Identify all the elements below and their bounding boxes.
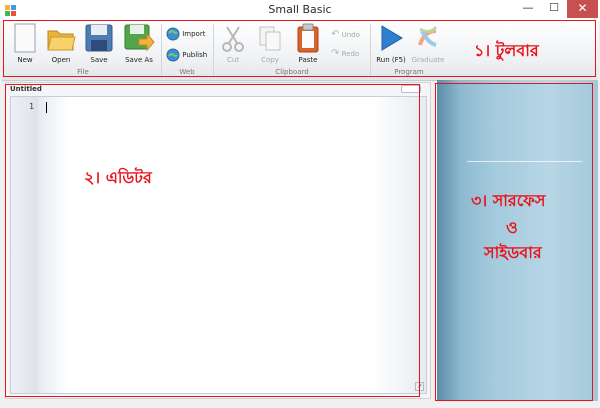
code-editor[interactable]: 1 ↗	[10, 96, 427, 394]
code-text-area[interactable]	[38, 97, 426, 393]
resize-corner-icon[interactable]: ↗	[415, 382, 424, 391]
cut-label: Cut	[226, 56, 240, 64]
publish-label: Publish	[182, 51, 208, 59]
run-play-icon	[381, 25, 403, 51]
undo-button[interactable]: ↶ Undo	[331, 29, 360, 40]
ribbon-separator	[213, 24, 214, 76]
title-bar[interactable]: Small Basic — ☐ ✕	[0, 0, 600, 21]
save-button[interactable]: Save	[82, 23, 116, 67]
open-label: Open	[51, 56, 71, 64]
scissors-icon	[222, 26, 244, 52]
save-disk-icon	[85, 24, 113, 52]
graduate-label: Graduate	[411, 56, 445, 64]
save-as-button[interactable]: Save As	[120, 23, 158, 67]
undo-label: Undo	[341, 31, 360, 39]
small-basic-window: Small Basic — ☐ ✕ New Open Save Save As …	[0, 0, 600, 408]
redo-arrow-icon: ↷	[331, 48, 340, 59]
undo-arrow-icon: ↶	[331, 29, 340, 40]
file-group-label: File	[77, 68, 89, 76]
run-label: Run (F5)	[376, 56, 406, 64]
surface-annotation-label-3: সাইডবার	[484, 243, 542, 262]
save-as-label: Save As	[125, 56, 153, 64]
sidebar-edge	[437, 80, 461, 401]
graduate-button[interactable]: Graduate	[410, 23, 446, 67]
copy-icon	[259, 26, 281, 51]
text-caret	[46, 102, 47, 113]
toolbar-annotation-label: ১। টুলবার	[474, 41, 539, 60]
program-group-label: Program	[394, 68, 424, 76]
editor-document: Untitled 1 ↗	[5, 82, 431, 399]
new-label: New	[17, 56, 33, 64]
publish-globe-icon	[166, 48, 180, 62]
window-title: Small Basic	[268, 3, 332, 16]
publish-button[interactable]: Publish	[166, 48, 207, 62]
document-title: Untitled	[10, 85, 42, 93]
paste-label: Paste	[298, 56, 318, 64]
redo-button[interactable]: ↷ Redo	[331, 48, 359, 59]
run-button[interactable]: Run (F5)	[372, 23, 410, 67]
document-close-button[interactable]	[401, 85, 421, 93]
line-number: 1	[29, 102, 34, 111]
open-button[interactable]: Open	[44, 23, 78, 67]
web-group-label: Web	[179, 68, 195, 76]
import-label: Import	[182, 30, 206, 38]
graduate-icon	[418, 26, 438, 47]
cut-button[interactable]: Cut	[216, 23, 250, 67]
surface-annotation-label-1: ৩। সারফেস	[471, 191, 546, 210]
save-as-icon	[124, 24, 155, 52]
clipboard-group-label: Clipboard	[275, 68, 309, 76]
save-label: Save	[90, 56, 108, 64]
minimize-button[interactable]: —	[515, 0, 541, 18]
import-button[interactable]: Import	[166, 27, 205, 41]
close-button[interactable]: ✕	[567, 0, 598, 18]
copy-label: Copy	[261, 56, 279, 64]
copy-button[interactable]: Copy	[253, 23, 287, 67]
new-button[interactable]: New	[8, 23, 42, 67]
line-number-gutter: 1	[11, 97, 38, 393]
surface-annotation-label-2: ও	[506, 218, 518, 237]
paste-button[interactable]: Paste	[291, 23, 325, 67]
import-globe-icon	[166, 27, 180, 41]
sidebar-divider	[467, 161, 582, 162]
maximize-button[interactable]: ☐	[541, 0, 567, 18]
editor-annotation-label: ২। এডিটর	[84, 168, 152, 187]
open-folder-icon	[47, 30, 76, 51]
paste-clipboard-icon	[297, 23, 319, 53]
new-document-icon	[14, 23, 36, 53]
redo-label: Redo	[341, 50, 360, 58]
